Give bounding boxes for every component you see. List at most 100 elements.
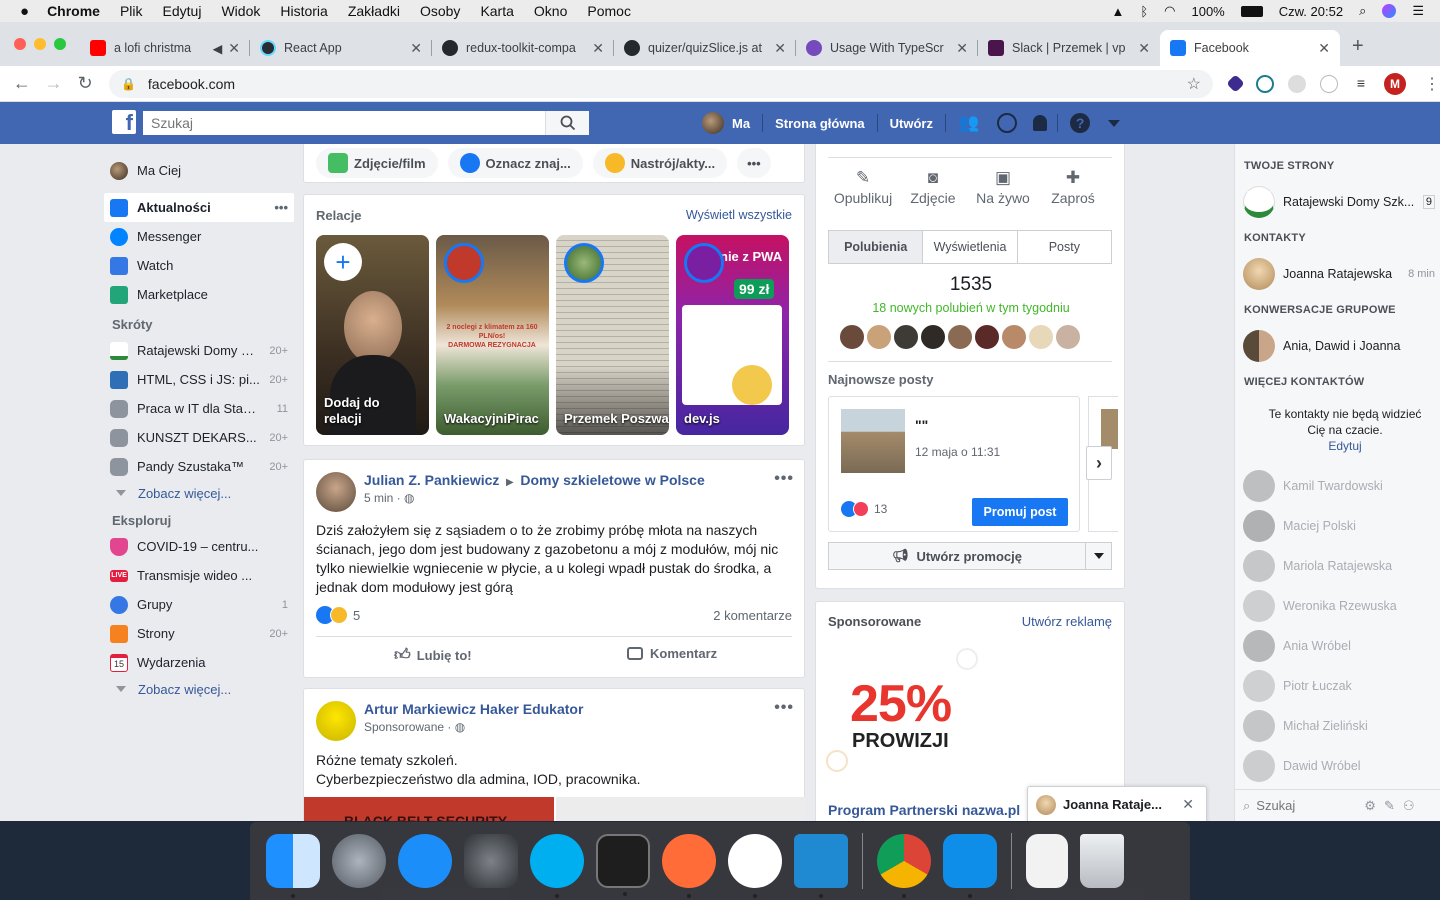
messenger-icon[interactable] (991, 102, 1023, 144)
like-button[interactable]: 👍︎ Lubię to! (394, 646, 472, 665)
chat-popup-tab[interactable]: Joanna Rataje... ✕ (1027, 786, 1207, 821)
offline-contact[interactable]: Michał Zieliński (1243, 710, 1435, 742)
new-group-icon[interactable]: ⚇ (1403, 798, 1415, 814)
menu-history[interactable]: Historia (280, 3, 327, 19)
teamviewer-icon[interactable] (943, 834, 997, 898)
apple-icon[interactable]: ● (20, 3, 29, 20)
explore-item-events[interactable]: 15 Wydarzenia (104, 648, 294, 677)
edit-link[interactable]: Edytuj (1328, 439, 1361, 453)
story-item[interactable]: Przemek Poszwa (556, 235, 669, 435)
shortcut-item[interactable]: Praca w IT dla Staż... 11 (104, 394, 294, 423)
drive-icon[interactable]: ▲ (1111, 4, 1124, 19)
tab-redux-typescript[interactable]: Usage With TypeScr ✕ (796, 30, 978, 66)
facebook-logo[interactable]: f (112, 110, 136, 134)
reload-icon[interactable]: ↻ (69, 73, 101, 94)
create-link[interactable]: Utwórz (878, 102, 945, 144)
invite-button[interactable]: ✚ Zaproś (1038, 168, 1108, 206)
menu-help[interactable]: Pomoc (587, 3, 631, 19)
downloads-stack-icon[interactable] (1026, 834, 1068, 888)
redux-devtools-icon[interactable] (1288, 74, 1307, 93)
liker-avatar[interactable] (865, 323, 893, 351)
offline-contact[interactable]: Ania Wróbel (1243, 630, 1435, 662)
url-text[interactable]: facebook.com (148, 76, 1187, 92)
menu-app-name[interactable]: Chrome (47, 3, 100, 19)
go-live-button[interactable]: ▣ Na żywo (968, 168, 1038, 206)
create-promotion-button[interactable]: 📢︎ Utwórz promocję (828, 542, 1112, 570)
ad-image-secondary[interactable] (556, 797, 806, 821)
notification-center-icon[interactable]: ☰ (1412, 3, 1424, 19)
author-avatar[interactable] (316, 701, 356, 741)
sidebar-item-messenger[interactable]: Messenger (104, 222, 294, 251)
back-icon[interactable]: ← (6, 73, 38, 94)
wifi-icon[interactable]: ◠ (1164, 3, 1175, 19)
see-more-shortcuts[interactable]: Zobacz więcej... (104, 481, 294, 505)
dropdown-chevron-down-icon[interactable] (1085, 543, 1111, 569)
liker-avatar[interactable] (892, 323, 920, 351)
bookmark-star-icon[interactable]: ☆ (1187, 74, 1201, 94)
chat-search-input[interactable] (1256, 798, 1357, 813)
post-time[interactable]: 5 min · (364, 491, 401, 505)
chrome-menu-icon[interactable]: ⋮ (1424, 74, 1440, 94)
close-tab-icon[interactable]: ✕ (1138, 40, 1150, 57)
postman-icon[interactable] (662, 834, 716, 898)
explore-item-pages[interactable]: Strony 20+ (104, 619, 294, 648)
author-name-link[interactable]: Julian Z. Pankiewicz (364, 472, 499, 488)
close-tab-icon[interactable]: ✕ (1318, 40, 1330, 57)
tab-slack[interactable]: Slack | Przemek | vp ✕ (978, 30, 1160, 66)
sponsored-label[interactable]: Sponsorowane · (364, 720, 451, 734)
extension-icon[interactable] (1320, 74, 1339, 93)
menu-bookmarks[interactable]: Zakładki (348, 3, 400, 19)
vscode-icon[interactable] (794, 834, 848, 898)
app-store-icon[interactable] (398, 834, 452, 888)
account-menu-chevron-down-icon[interactable] (1102, 102, 1126, 144)
sidebar-item-news-feed[interactable]: Aktualności ••• (104, 193, 294, 222)
sidebar-item-marketplace[interactable]: Marketplace (104, 280, 294, 309)
friend-requests-icon[interactable]: 👥 (946, 102, 991, 144)
tab-views[interactable]: Wyświetlenia (923, 231, 1018, 263)
fb-search-input[interactable] (143, 111, 545, 135)
offline-contact[interactable]: Piotr Łuczak (1243, 670, 1435, 702)
ad-image[interactable]: BLACK BELT SECURITY (304, 797, 554, 821)
extension-icon[interactable] (1226, 74, 1245, 93)
clock[interactable]: Czw. 20:52 (1279, 4, 1343, 19)
finder-icon[interactable] (266, 834, 320, 898)
author-avatar[interactable] (316, 472, 356, 512)
lock-icon[interactable]: 🔒 (121, 77, 136, 91)
see-more-explore[interactable]: Zobacz więcej... (104, 677, 294, 701)
media-control-icon[interactable]: ≡ (1352, 75, 1370, 93)
notifications-bell-icon[interactable] (1023, 102, 1057, 144)
close-tab-icon[interactable]: ✕ (774, 40, 786, 57)
siri-icon[interactable] (1382, 4, 1397, 18)
close-window-button[interactable] (14, 38, 26, 50)
post-options-button[interactable]: ••• (774, 470, 794, 488)
profile-avatar[interactable]: M (1384, 72, 1407, 95)
liker-avatar[interactable] (919, 323, 947, 351)
group-name-link[interactable]: Domy szkieletowe w Polsce (520, 472, 704, 488)
offline-contact[interactable]: Kamil Twardowski (1243, 470, 1435, 502)
tag-friends-button[interactable]: Oznacz znaj... (447, 148, 583, 178)
tab-youtube[interactable]: a lofi christma ◀ ✕ (80, 30, 250, 66)
comment-button[interactable]: Komentarz (627, 646, 717, 661)
story-item[interactable]: 2 noclegi z klimatem za 160 PLN/os! DARMO… (436, 235, 549, 435)
carousel-next-chevron-icon[interactable]: › (1086, 446, 1112, 480)
shortcut-item[interactable]: KUNSZT DEKARS... 20+ (104, 423, 294, 452)
comment-count-link[interactable]: 2 komentarze (713, 608, 792, 623)
publish-button[interactable]: ✎ Opublikuj (828, 168, 898, 206)
menu-view[interactable]: Widok (221, 3, 260, 19)
new-tab-button[interactable]: + (1340, 35, 1376, 66)
promote-post-button[interactable]: Promuj post (972, 498, 1068, 526)
author-name-link[interactable]: Artur Markiewicz Haker Edukator (364, 701, 583, 717)
mongodb-compass-icon[interactable] (728, 834, 782, 898)
gear-icon[interactable]: ⚙ (1364, 798, 1376, 814)
liker-avatar[interactable] (1027, 323, 1055, 351)
offline-contact[interactable]: Dawid Wróbel (1243, 750, 1435, 782)
post-options-button[interactable]: ••• (774, 699, 794, 717)
spotlight-search-icon[interactable]: ⌕ (1359, 3, 1366, 19)
close-tab-icon[interactable]: ✕ (228, 40, 240, 57)
explore-item-covid[interactable]: COVID-19 – centru... (104, 532, 294, 561)
see-all-stories-link[interactable]: Wyświetl wszystkie (686, 208, 792, 222)
search-icon[interactable] (545, 111, 589, 135)
menu-file[interactable]: Plik (120, 3, 143, 19)
liker-avatar[interactable] (838, 323, 866, 351)
menu-people[interactable]: Osoby (420, 3, 460, 19)
